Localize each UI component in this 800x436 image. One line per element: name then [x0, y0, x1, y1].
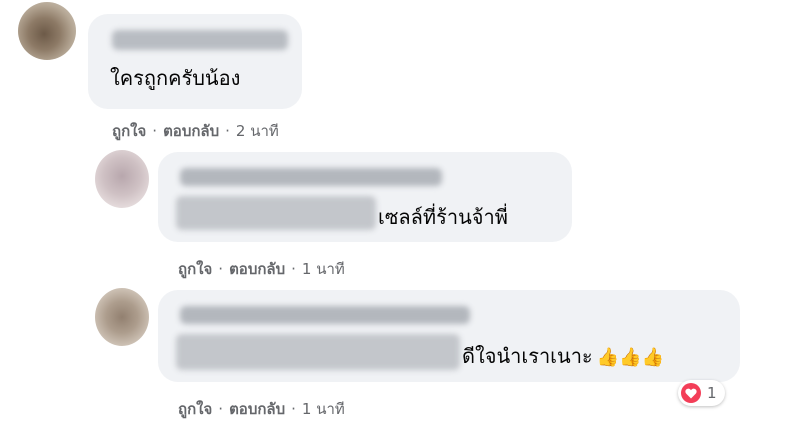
- thumbs-up-emoji: 👍👍👍: [596, 347, 664, 368]
- comment-text-blurred: [176, 196, 376, 230]
- timestamp[interactable]: 1 นาที: [302, 259, 345, 279]
- commenter-name-blurred[interactable]: [180, 168, 442, 186]
- separator: ·: [218, 400, 224, 418]
- comment-actions: ถูกใจ · ตอบกลับ · 2 นาที: [112, 121, 279, 141]
- reply-link[interactable]: ตอบกลับ: [163, 121, 219, 141]
- avatar[interactable]: [95, 288, 149, 346]
- timestamp[interactable]: 1 นาที: [302, 399, 345, 419]
- comment-text-body: ดีใจนำเราเนาะ: [462, 344, 593, 368]
- commenter-name-blurred[interactable]: [180, 306, 470, 324]
- separator: ·: [291, 260, 296, 278]
- like-link[interactable]: ถูกใจ: [178, 399, 212, 419]
- comment-actions: ถูกใจ · ตอบกลับ · 1 นาที: [178, 259, 345, 279]
- like-link[interactable]: ถูกใจ: [112, 121, 146, 141]
- heart-icon: [681, 383, 701, 403]
- comment-actions: ถูกใจ · ตอบกลับ · 1 นาที: [178, 399, 345, 419]
- commenter-name-blurred[interactable]: [112, 30, 288, 50]
- heart-glyph: [685, 388, 697, 398]
- timestamp[interactable]: 2 นาที: [236, 121, 279, 141]
- separator: ·: [291, 400, 296, 418]
- avatar[interactable]: [95, 150, 149, 208]
- reaction-summary[interactable]: 1: [678, 380, 725, 406]
- comment-text: เซลล์ที่ร้านจ้าพี่: [378, 205, 508, 229]
- separator: ·: [218, 260, 224, 278]
- comment-text-blurred: [176, 334, 460, 370]
- comment-text: ใครถูกครับน้อง: [110, 66, 241, 90]
- comment-bubble: [88, 14, 302, 109]
- comment-text: ดีใจนำเราเนาะ 👍👍👍: [462, 344, 664, 370]
- reaction-count: 1: [707, 384, 717, 402]
- separator: ·: [225, 122, 230, 140]
- reply-link[interactable]: ตอบกลับ: [229, 259, 285, 279]
- like-link[interactable]: ถูกใจ: [178, 259, 212, 279]
- avatar[interactable]: [18, 2, 76, 60]
- reply-link[interactable]: ตอบกลับ: [229, 399, 285, 419]
- separator: ·: [152, 122, 158, 140]
